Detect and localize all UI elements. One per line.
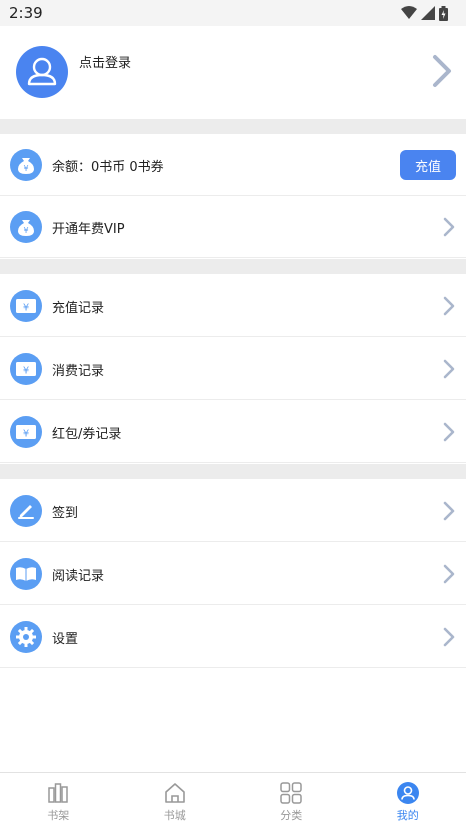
vip-label: 开通年费VIP: [52, 222, 125, 237]
chevron-right-icon: [443, 627, 455, 647]
tab-label: 书城: [163, 809, 186, 822]
tab-bookstore[interactable]: 书城: [117, 773, 234, 828]
login-header[interactable]: 点击登录: [0, 26, 466, 119]
profile-icon: [396, 782, 419, 804]
section-divider: [0, 119, 466, 134]
status-bar: 2:39: [0, 0, 466, 26]
tab-mine[interactable]: 我的: [350, 773, 466, 828]
chevron-right-icon: [443, 564, 455, 584]
recharge-record-row[interactable]: ¥ 充值记录: [0, 275, 466, 337]
consume-record-label: 消费记录: [52, 364, 105, 379]
tab-label: 我的: [396, 809, 419, 822]
chevron-right-icon[interactable]: [432, 54, 452, 88]
chevron-right-icon: [443, 296, 455, 316]
wifi-icon: [401, 6, 417, 19]
tab-category[interactable]: 分类: [233, 773, 350, 828]
svg-text:¥: ¥: [23, 226, 28, 235]
checkin-row[interactable]: 签到: [0, 480, 466, 542]
ticket-icon: ¥: [10, 353, 42, 385]
bottom-tab-bar: 书架 书城 分类 我的: [0, 772, 466, 828]
settings-row[interactable]: 设置: [0, 606, 466, 668]
open-book-icon: [10, 558, 42, 590]
battery-icon: [439, 5, 448, 21]
consume-record-row[interactable]: ¥ 消费记录: [0, 338, 466, 400]
svg-text:¥: ¥: [23, 366, 29, 377]
reading-record-label: 阅读记录: [52, 569, 105, 584]
svg-text:¥: ¥: [23, 164, 28, 173]
bookshelf-icon: [48, 783, 68, 803]
home-icon: [164, 783, 185, 803]
svg-text:¥: ¥: [23, 303, 29, 314]
svg-text:¥: ¥: [23, 429, 29, 440]
chevron-right-icon: [443, 422, 455, 442]
section-divider: [0, 259, 466, 274]
coupon-record-row[interactable]: ¥ 红包/券记录: [0, 401, 466, 463]
chevron-right-icon: [443, 501, 455, 521]
coupon-record-label: 红包/券记录: [52, 427, 122, 442]
vip-row[interactable]: ¥ 开通年费VIP: [0, 196, 466, 258]
checkin-label: 签到: [52, 506, 79, 521]
settings-label: 设置: [52, 632, 79, 647]
signal-icon: [421, 6, 435, 20]
recharge-button[interactable]: 充值: [400, 150, 456, 180]
chevron-right-icon: [443, 359, 455, 379]
reading-record-row[interactable]: 阅读记录: [0, 543, 466, 605]
pen-icon: [10, 495, 42, 527]
money-bag-icon: ¥: [10, 211, 42, 243]
section-divider: [0, 464, 466, 479]
category-icon: [280, 782, 302, 804]
money-bag-icon: ¥: [10, 149, 42, 181]
tab-bookshelf[interactable]: 书架: [0, 773, 117, 828]
user-icon: [27, 57, 57, 86]
avatar[interactable]: [16, 46, 68, 98]
login-label[interactable]: 点击登录: [79, 52, 131, 71]
recharge-record-label: 充值记录: [52, 301, 105, 316]
balance-row: ¥ 余额：0书币 0书券 充值: [0, 134, 466, 196]
ticket-icon: ¥: [10, 416, 42, 448]
balance-text: 余额：0书币 0书券: [52, 160, 164, 175]
status-time: 2:39: [9, 4, 43, 22]
ticket-icon: ¥: [10, 290, 42, 322]
tab-label: 分类: [280, 809, 303, 822]
chevron-right-icon: [443, 217, 455, 237]
tab-label: 书架: [47, 809, 70, 822]
gear-icon: [10, 621, 42, 653]
status-icons: [401, 5, 448, 21]
